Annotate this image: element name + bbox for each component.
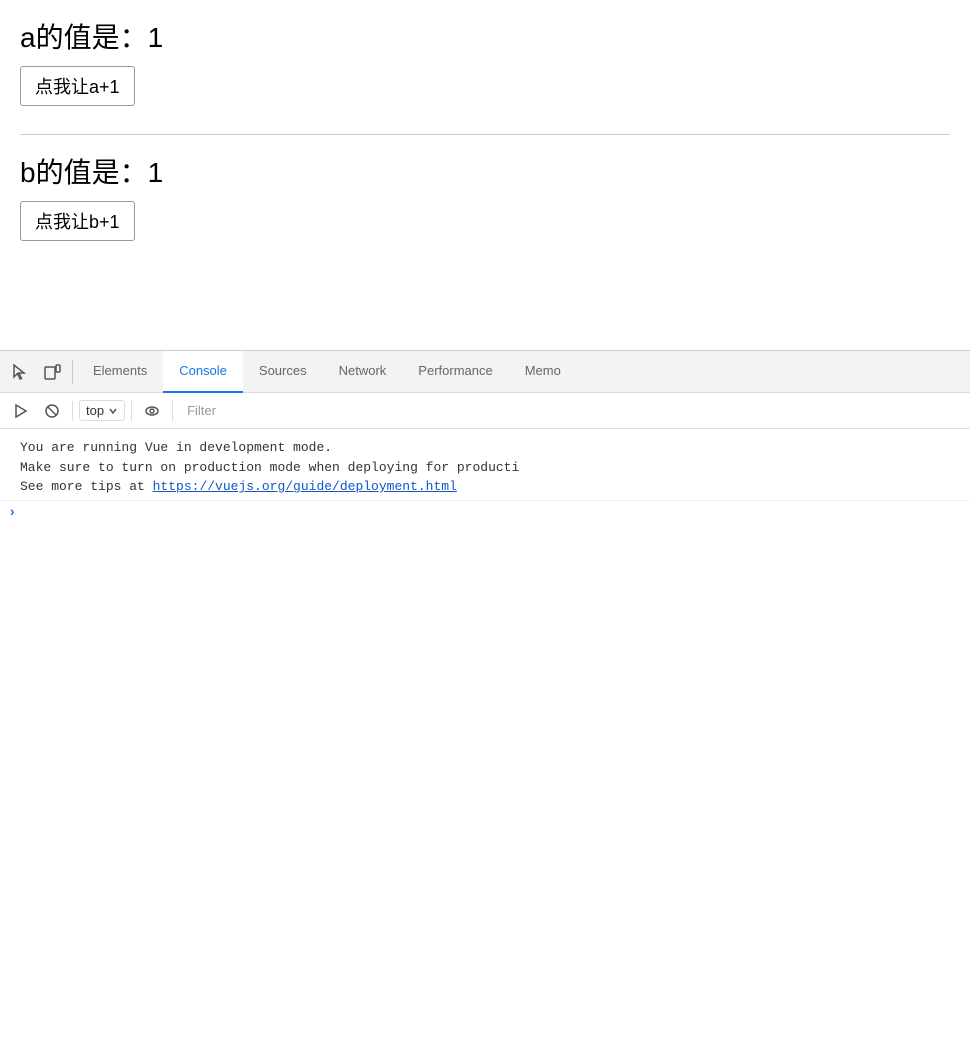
console-output: You are running Vue in development mode.… xyxy=(0,429,970,1040)
context-selector-label: top xyxy=(86,403,104,418)
toolbar-separator-1 xyxy=(72,401,73,421)
b-increment-button[interactable]: 点我让b+1 xyxy=(20,201,135,241)
tab-memory[interactable]: Memo xyxy=(509,351,577,393)
inspect-element-button[interactable] xyxy=(4,356,36,388)
tab-console[interactable]: Console xyxy=(163,351,243,393)
hide-network-button[interactable] xyxy=(138,397,166,425)
b-value-text: b的值是：1 xyxy=(20,151,950,191)
prompt-chevron-icon: › xyxy=(8,505,16,521)
deployment-link[interactable]: https://vuejs.org/guide/deployment.html xyxy=(153,479,457,494)
chevron-down-icon xyxy=(108,406,118,416)
clear-console-button[interactable] xyxy=(38,397,66,425)
console-prompt[interactable]: › xyxy=(0,501,970,525)
tab-sources[interactable]: Sources xyxy=(243,351,323,393)
console-message-1: You are running Vue in development mode.… xyxy=(0,435,970,501)
b-label: b的值是： xyxy=(20,157,148,188)
tab-elements[interactable]: Elements xyxy=(77,351,163,393)
filter-input[interactable] xyxy=(179,401,964,420)
tab-performance[interactable]: Performance xyxy=(402,351,508,393)
b-value: 1 xyxy=(148,157,164,188)
devtools-panel: Elements Console Sources Network Perform… xyxy=(0,350,970,1040)
a-value-text: a的值是：1 xyxy=(20,16,950,56)
toolbar-separator-2 xyxy=(131,401,132,421)
topbar-separator xyxy=(72,360,73,384)
device-toolbar-button[interactable] xyxy=(36,356,68,388)
console-toolbar: top xyxy=(0,393,970,429)
a-label: a的值是： xyxy=(20,22,148,53)
devtools-topbar: Elements Console Sources Network Perform… xyxy=(0,351,970,393)
devtools-tabs: Elements Console Sources Network Perform… xyxy=(77,351,966,393)
a-value: 1 xyxy=(148,22,164,53)
section-divider-1 xyxy=(20,134,950,135)
toolbar-separator-3 xyxy=(172,401,173,421)
a-increment-button[interactable]: 点我让a+1 xyxy=(20,66,135,106)
context-selector[interactable]: top xyxy=(79,400,125,421)
run-script-button[interactable] xyxy=(6,397,34,425)
tab-network[interactable]: Network xyxy=(323,351,403,393)
page-content: a的值是：1 点我让a+1 b的值是：1 点我让b+1 xyxy=(0,0,970,277)
console-message-text: You are running Vue in development mode.… xyxy=(20,438,519,497)
